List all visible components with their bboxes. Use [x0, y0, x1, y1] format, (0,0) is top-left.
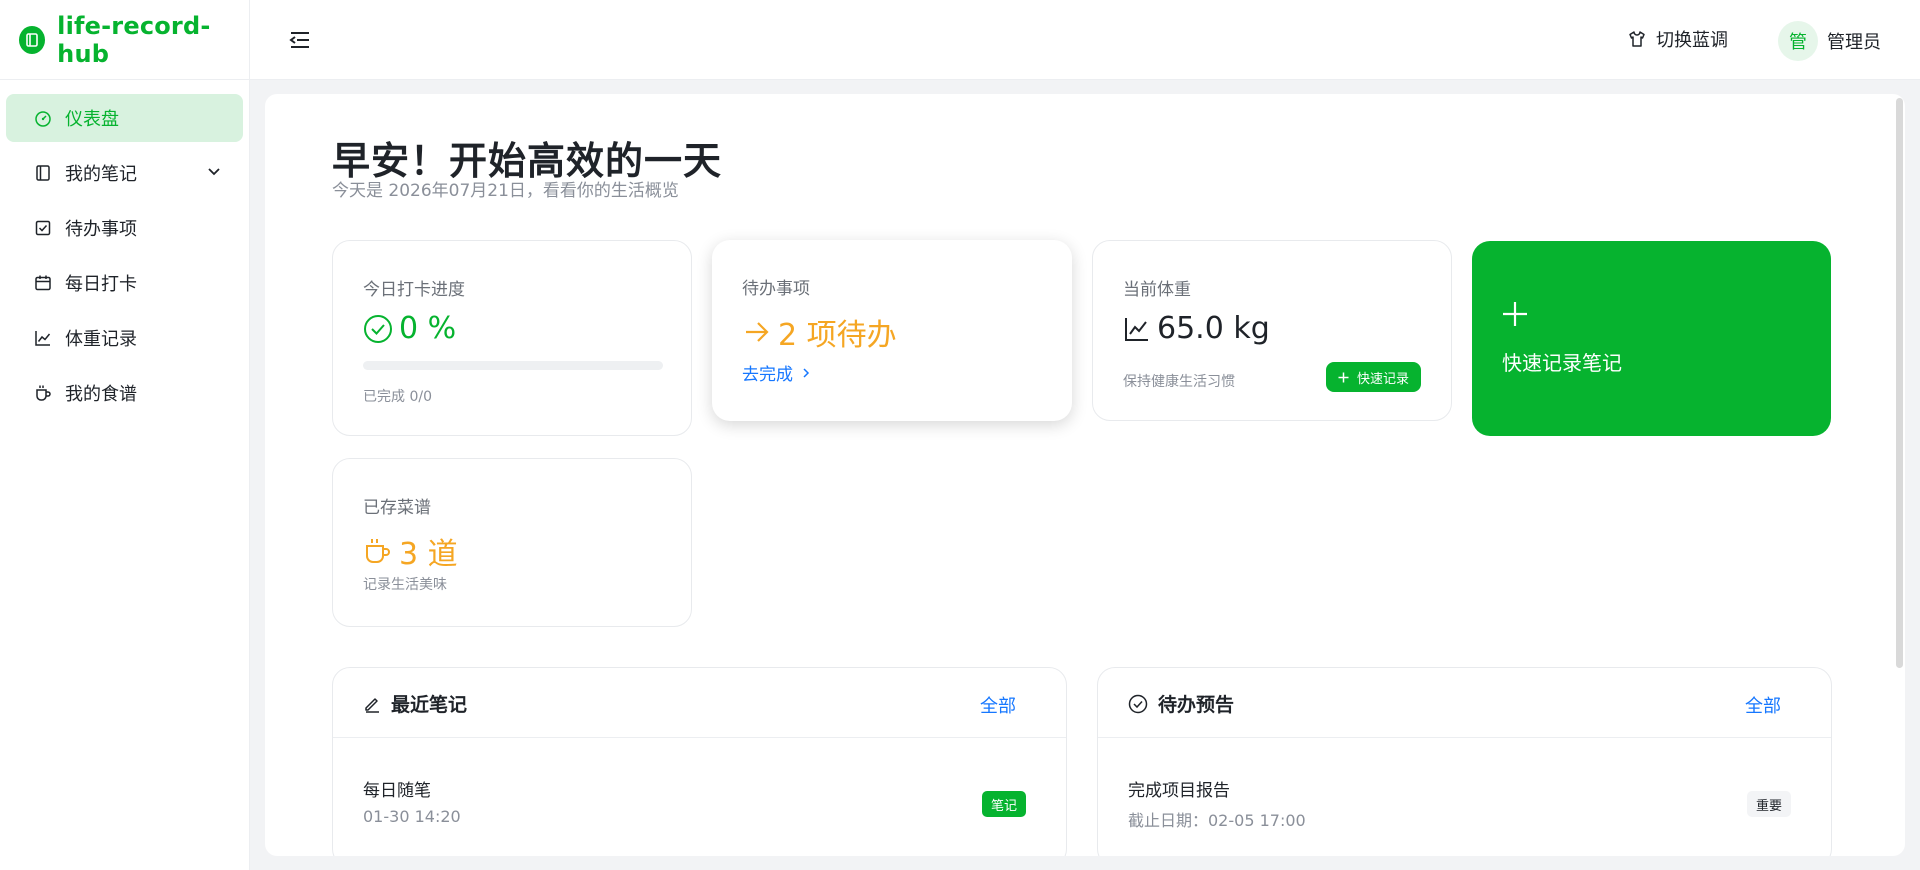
sidebar-item-label: 待办事项 [65, 219, 137, 240]
card-note: 记录生活美味 [363, 577, 447, 593]
card-title: 已存菜谱 [363, 498, 431, 518]
sidebar-item-notes[interactable]: 我的笔记 [6, 149, 243, 197]
note-tag-badge: 笔记 [981, 791, 1026, 817]
sidebar-menu: 仪表盘 我的笔记 待办事项 每日打卡 体重记录 我的食谱 [0, 80, 249, 417]
username[interactable]: 管理员 [1827, 28, 1881, 54]
panel-title: 最近笔记 [363, 690, 467, 717]
checkin-progress-value: 0 % [363, 311, 456, 346]
priority-badge: 重要 [1746, 791, 1791, 817]
checkin-progress-bar [363, 361, 663, 370]
checkbox-icon [35, 220, 51, 236]
sidebar-item-recipes[interactable]: 我的食谱 [6, 369, 243, 417]
cup-icon [36, 385, 51, 401]
recent-notes-panel: 最近笔记 全部 每日随笔 01-30 14:20 笔记 [332, 667, 1067, 856]
top-header: 切换蓝调 管 管理员 [250, 0, 1920, 80]
todo-preview-panel: 待办预告 全部 完成项目报告 截止日期：02-05 17:00 重要 [1097, 667, 1832, 856]
view-all-notes-link[interactable]: 全部 [980, 692, 1016, 718]
card-note: 已完成 0/0 [363, 389, 432, 405]
line-chart-icon [35, 331, 51, 346]
check-circle-icon [364, 314, 392, 343]
sidebar-item-todos[interactable]: 待办事项 [6, 204, 243, 252]
main-content: 早安！开始高效的一天 今天是 2026年07月21日，看看你的生活概览 今日打卡… [265, 94, 1905, 856]
check-circle-icon [1128, 694, 1148, 713]
todo-count-value: 2 项待办 [742, 310, 897, 354]
recipes-count-value: 3 道 [363, 529, 458, 573]
sidebar-item-label: 我的笔记 [65, 164, 137, 185]
panel-title-text: 最近笔记 [391, 694, 468, 716]
collapse-menu-icon[interactable] [288, 28, 312, 52]
list-item[interactable]: 完成项目报告 截止日期：02-05 17:00 重要 [1098, 738, 1831, 848]
panel-header: 最近笔记 全部 [333, 668, 1066, 738]
sidebar-item-weight[interactable]: 体重记录 [6, 314, 243, 362]
avatar[interactable]: 管 [1778, 21, 1818, 61]
quick-note-card[interactable]: 快速记录笔记 [1472, 241, 1831, 436]
plus-icon [1338, 372, 1349, 382]
sidebar-item-checkin[interactable]: 每日打卡 [6, 259, 243, 307]
scrollbar[interactable] [1896, 98, 1903, 668]
theme-switch-button[interactable]: 切换蓝调 [1628, 26, 1728, 52]
todo-deadline: 截止日期：02-05 17:00 [1128, 811, 1306, 830]
note-title: 每日随笔 [363, 781, 431, 801]
plus-icon [1503, 302, 1527, 326]
todo-card[interactable]: 待办事项 2 项待办 去完成 [712, 240, 1072, 421]
card-value-text: 65.0 kg [1157, 311, 1270, 346]
sidebar: life-record-hub 仪表盘 我的笔记 待办事项 每日打卡 体重记录 … [0, 0, 250, 870]
weight-card[interactable]: 当前体重 65.0 kg 保持健康生活习惯 快速记录 [1092, 240, 1452, 421]
quick-record-label: 快速记录 [1356, 371, 1409, 387]
panel-header: 待办预告 全部 [1098, 668, 1831, 738]
chevron-right-icon [803, 367, 810, 378]
brand[interactable]: life-record-hub [0, 0, 249, 80]
card-note: 保持健康生活习惯 [1123, 374, 1235, 390]
card-value-text: 3 道 [399, 537, 458, 572]
edit-icon [365, 697, 379, 713]
theme-switch-label: 切换蓝调 [1656, 30, 1728, 51]
card-value-text: 0 % [399, 311, 457, 346]
tshirt-icon [1629, 31, 1645, 47]
panel-title: 待办预告 [1128, 690, 1234, 717]
todo-title: 完成项目报告 [1128, 781, 1230, 801]
checkin-progress-card[interactable]: 今日打卡进度 0 % 已完成 0/0 [332, 240, 692, 436]
weight-value: 65.0 kg [1123, 311, 1270, 346]
calendar-icon [35, 275, 51, 291]
quick-note-label: 快速记录笔记 [1502, 351, 1622, 375]
page-subtitle: 今天是 2026年07月21日，看看你的生活概览 [332, 181, 679, 201]
view-all-todos-link[interactable]: 全部 [1745, 692, 1781, 718]
quick-record-button[interactable]: 快速记录 [1325, 362, 1421, 392]
notebook-icon [36, 165, 50, 181]
card-title: 待办事项 [742, 279, 810, 299]
card-title: 当前体重 [1123, 280, 1191, 300]
chevron-down-icon[interactable] [207, 165, 221, 179]
book-logo-icon [19, 25, 46, 54]
panel-title-text: 待办预告 [1158, 694, 1235, 716]
sidebar-item-dashboard[interactable]: 仪表盘 [6, 94, 243, 142]
note-time: 01-30 14:20 [363, 807, 461, 826]
go-complete-link[interactable]: 去完成 [742, 360, 811, 385]
sidebar-item-label: 体重记录 [65, 329, 137, 350]
app-name: life-record-hub [57, 11, 211, 68]
line-chart-icon [1125, 317, 1148, 341]
arrow-right-icon [746, 322, 769, 342]
card-title: 今日打卡进度 [363, 280, 465, 300]
sidebar-item-label: 仪表盘 [65, 109, 119, 130]
dashboard-icon [35, 111, 51, 127]
list-item[interactable]: 每日随笔 01-30 14:20 笔记 [333, 738, 1066, 848]
go-complete-label: 去完成 [742, 365, 793, 385]
cup-icon [366, 539, 390, 563]
recipes-card[interactable]: 已存菜谱 3 道 记录生活美味 [332, 458, 692, 627]
card-value-text: 2 项待办 [778, 318, 897, 353]
sidebar-item-label: 我的食谱 [65, 384, 137, 405]
sidebar-item-label: 每日打卡 [65, 274, 137, 295]
